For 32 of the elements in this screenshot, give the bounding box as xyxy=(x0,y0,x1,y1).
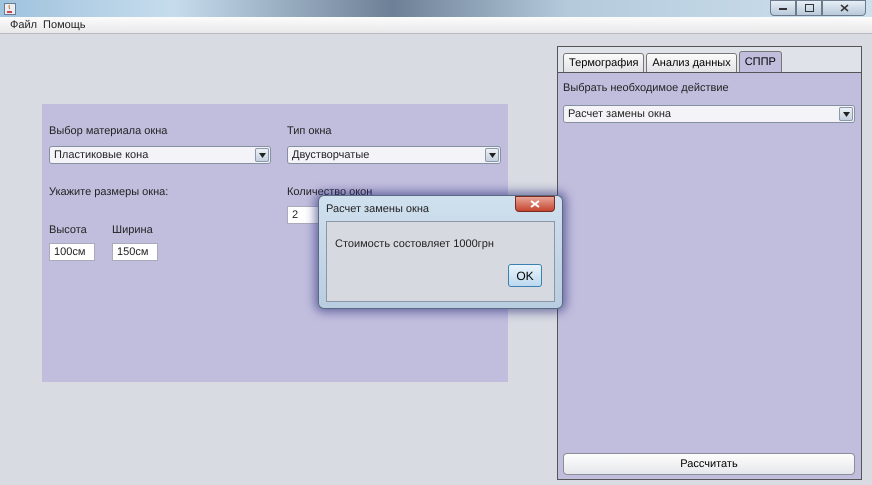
minimize-icon xyxy=(779,6,787,10)
close-icon xyxy=(840,4,848,12)
maximize-button[interactable] xyxy=(796,0,822,16)
action-dropdown[interactable]: Расчет замены окна xyxy=(563,105,855,123)
calculate-button[interactable]: Рассчитать xyxy=(563,453,855,475)
dropdown-arrow-icon xyxy=(258,152,266,158)
menu-item[interactable]: Файл xyxy=(10,19,38,31)
tab[interactable]: Анализ данных xyxy=(646,53,737,72)
dialog-title: Расчет замены окна xyxy=(326,202,430,214)
window-type-dropdown[interactable]: Двустворчатые xyxy=(287,146,501,164)
close-button[interactable] xyxy=(822,0,866,16)
tab[interactable]: СППР xyxy=(738,51,782,72)
material-dropdown[interactable]: Пластиковые кона xyxy=(49,146,271,164)
close-button[interactable] xyxy=(515,196,555,212)
height-field[interactable]: 100см xyxy=(49,243,95,261)
maximize-icon xyxy=(804,4,814,12)
dropdown-arrow-icon xyxy=(488,152,496,158)
width-field[interactable]: 150см xyxy=(112,243,158,261)
minimize-button[interactable] xyxy=(770,0,796,16)
field-label: Ширина xyxy=(112,223,154,237)
tab[interactable]: Термография xyxy=(563,53,644,72)
field-label: Высота xyxy=(49,223,88,237)
field-label: Количество окон xyxy=(287,185,374,199)
ok-button[interactable]: OK xyxy=(508,264,542,287)
section-label: Укажите размеры окна: xyxy=(49,185,170,199)
field-label: Выбор материала окна xyxy=(49,124,168,138)
field-label: Выбрать необходимое действие xyxy=(563,81,730,95)
menu-item[interactable]: Помощь xyxy=(43,19,86,31)
field-label: Тип окна xyxy=(287,124,333,138)
close-icon xyxy=(530,200,540,208)
dropdown-arrow-icon xyxy=(842,112,850,116)
dialog-message: Стоимость состовляет 1000грн xyxy=(335,238,495,250)
